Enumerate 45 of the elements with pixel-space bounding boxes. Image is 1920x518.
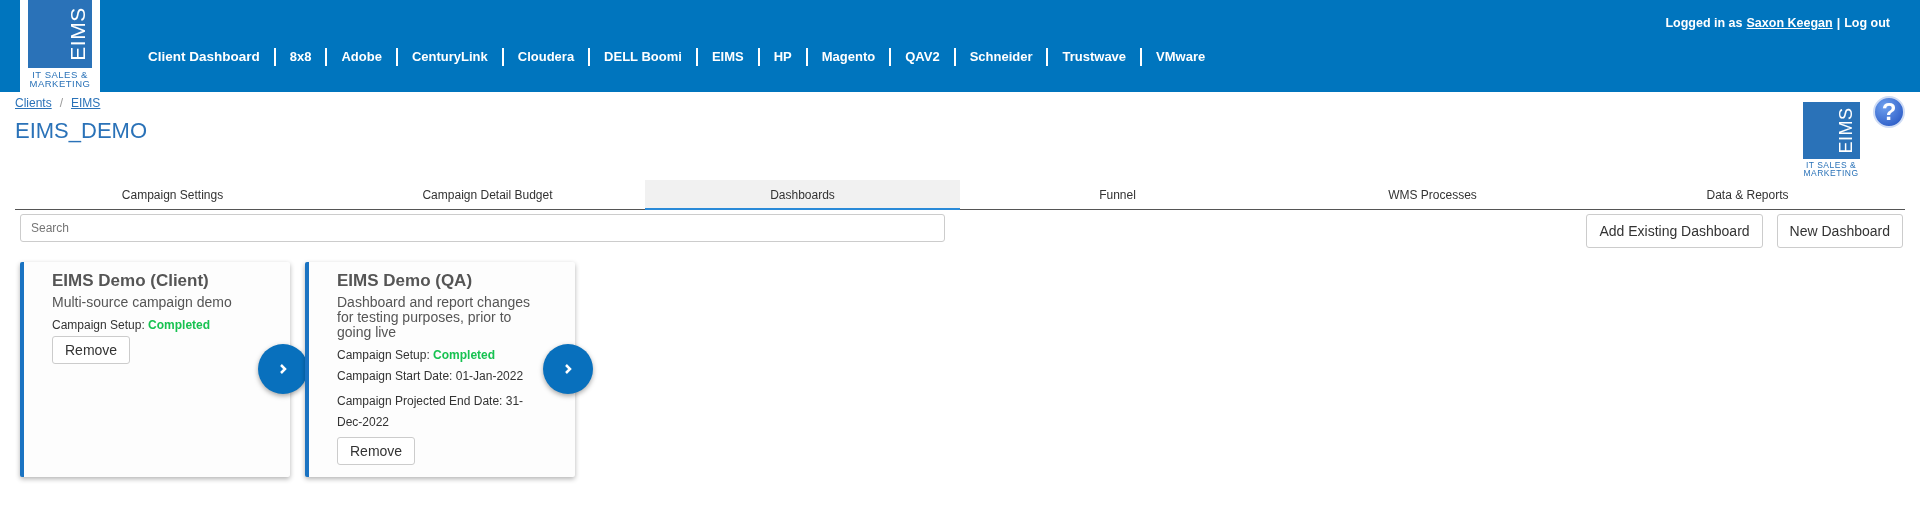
search-field[interactable]: Search: [20, 214, 945, 242]
help-icon[interactable]: ?: [1873, 96, 1905, 128]
card-detail: Campaign Start Date: 01-Jan-2022: [337, 368, 525, 385]
nav-link[interactable]: QAV2: [889, 48, 954, 66]
nav-link[interactable]: EIMS: [695, 48, 758, 66]
nav-link[interactable]: HP: [757, 48, 806, 66]
dashboard-button[interactable]: New Dashboard: [1776, 214, 1903, 248]
chevron-right-icon[interactable]: [258, 344, 308, 394]
nav-link[interactable]: CenturyLink: [395, 48, 502, 66]
logout-link[interactable]: Log out: [1844, 16, 1890, 30]
nav-link[interactable]: Magento: [805, 48, 890, 66]
nav-link[interactable]: Cloudera: [501, 48, 589, 66]
nav-link[interactable]: 8x8: [273, 48, 326, 66]
tab[interactable]: Dashboards: [645, 180, 960, 210]
tab[interactable]: Funnel: [960, 180, 1275, 209]
nav-link[interactable]: Trustwave: [1046, 48, 1141, 66]
tab[interactable]: Campaign Detail Budget: [330, 180, 645, 209]
card-description: Multi-source campaign demo: [52, 295, 233, 310]
breadcrumb-link[interactable]: EIMS: [71, 96, 101, 110]
tab[interactable]: Campaign Settings: [15, 180, 330, 209]
card-title: EIMS Demo (QA): [337, 271, 474, 291]
eims-logo: EIMS IT SALES & MARKETING: [20, 0, 100, 92]
page-title: EIMS_DEMO: [15, 118, 148, 144]
status-text: Completed: [433, 348, 496, 362]
user-link[interactable]: Saxon Keegan: [1746, 16, 1833, 30]
breadcrumb-separator: /: [59, 96, 64, 110]
dashboard-button[interactable]: Add Existing Dashboard: [1586, 214, 1763, 248]
status-text: Completed: [148, 318, 211, 332]
login-text: Logged in as: [1665, 16, 1743, 30]
card-title: EIMS Demo (Client): [52, 271, 210, 291]
setup-label: Campaign Setup:: [52, 318, 145, 332]
separator-text: |: [1836, 16, 1841, 30]
nav-link[interactable]: DELL Boomi: [588, 48, 696, 66]
nav-link[interactable]: Adobe: [325, 48, 396, 66]
nav-link[interactable]: Client Dashboard: [148, 48, 274, 66]
card-detail: Campaign Projected End Date: 31-Dec-2022: [337, 393, 525, 431]
breadcrumb-link[interactable]: Clients: [15, 96, 52, 110]
remove-button[interactable]: Remove: [52, 336, 131, 364]
remove-button[interactable]: Remove: [337, 437, 416, 465]
card-description: Dashboard and report changes for testing purposes, prior to going live: [337, 295, 532, 340]
nav-link[interactable]: VMware: [1140, 48, 1220, 66]
nav-link[interactable]: Schneider: [953, 48, 1047, 66]
chevron-right-icon[interactable]: [543, 344, 593, 394]
tab[interactable]: WMS Processes: [1275, 180, 1590, 209]
setup-label: Campaign Setup:: [337, 348, 430, 362]
